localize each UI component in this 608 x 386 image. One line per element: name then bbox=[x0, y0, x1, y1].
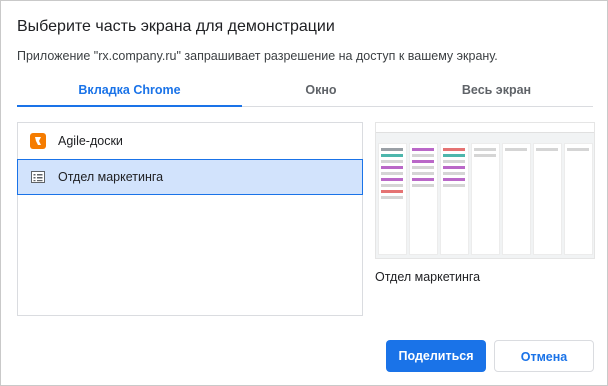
tab-window[interactable]: Окно bbox=[242, 78, 400, 105]
preview-topbar bbox=[376, 123, 594, 133]
preview-column bbox=[564, 143, 593, 255]
list-item-agile[interactable]: Agile-доски bbox=[18, 124, 362, 158]
dialog-subtitle: Приложение "rx.company.ru" запрашивает р… bbox=[17, 49, 498, 63]
cancel-button[interactable]: Отмена bbox=[494, 340, 594, 372]
list-item-label: Отдел маркетинга bbox=[58, 170, 164, 184]
preview-column bbox=[378, 143, 407, 255]
screen-share-dialog: Выберите часть экрана для демонстрации П… bbox=[0, 0, 608, 386]
preview-column bbox=[440, 143, 469, 255]
list-item-label: Agile-доски bbox=[58, 134, 123, 148]
preview-column bbox=[533, 143, 562, 255]
preview-column bbox=[471, 143, 500, 255]
chrome-tab-list: Agile-доски Отдел маркетинга bbox=[17, 122, 363, 316]
dialog-title: Выберите часть экрана для демонстрации bbox=[17, 18, 335, 35]
tab-preview-thumbnail bbox=[375, 122, 595, 259]
share-button[interactable]: Поделиться bbox=[386, 340, 486, 372]
preview-column bbox=[409, 143, 438, 255]
list-item-marketing[interactable]: Отдел маркетинга bbox=[17, 159, 363, 195]
preview-column bbox=[502, 143, 531, 255]
page-icon bbox=[30, 169, 46, 185]
active-tab-indicator bbox=[17, 105, 242, 107]
preview-caption: Отдел маркетинга bbox=[375, 270, 481, 284]
tab-chrome[interactable]: Вкладка Chrome bbox=[17, 78, 242, 105]
tab-entire-screen[interactable]: Весь экран bbox=[400, 78, 593, 105]
orange-app-icon bbox=[30, 133, 46, 149]
tab-bar: Вкладка Chrome Окно Весь экран bbox=[17, 78, 593, 107]
